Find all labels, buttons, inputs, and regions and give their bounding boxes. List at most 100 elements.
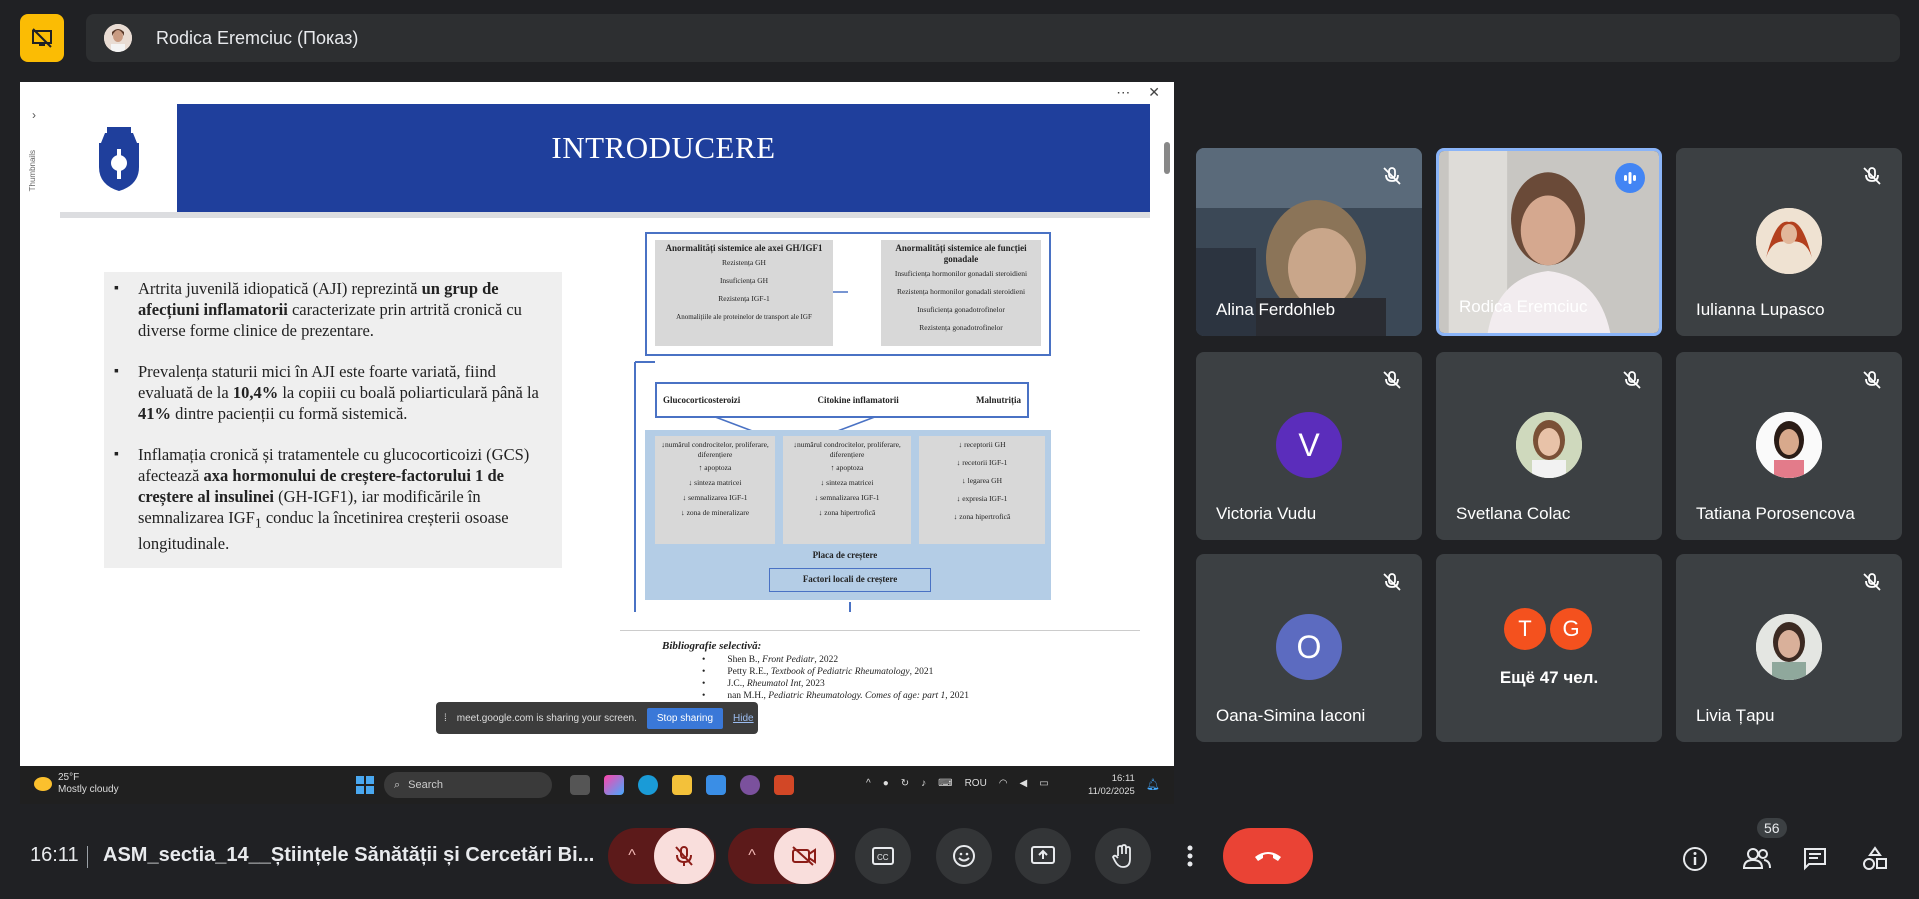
participant-avatar: [1756, 208, 1822, 274]
biblio-item: Petty R.E., Textbook of Pediatric Rheuma…: [727, 666, 969, 678]
camera-options-chevron-icon[interactable]: ^: [730, 847, 774, 865]
participant-name: Oana-Simina Iaconi: [1216, 706, 1366, 725]
more-vert-icon: [1187, 845, 1193, 867]
tray-app-icon[interactable]: ●: [883, 778, 889, 789]
notification-bell-icon[interactable]: 🔔︎: [1146, 778, 1160, 791]
weather-widget[interactable]: 25°F Mostly cloudy: [34, 772, 119, 796]
participant-tile[interactable]: Tatiana Porosencova: [1676, 352, 1902, 540]
more-participants-label: Ещё 47 чел.: [1499, 668, 1599, 687]
keyboard-icon[interactable]: ⌨: [938, 778, 952, 789]
hide-link[interactable]: Hide: [733, 713, 754, 724]
muted-mic-icon: [1860, 570, 1884, 594]
task-view-icon[interactable]: [570, 775, 590, 795]
bibliography: Bibliografie selectivă: Shen B., Front P…: [662, 640, 969, 702]
raise-hand-button[interactable]: [1095, 828, 1151, 884]
leave-call-button[interactable]: [1223, 828, 1313, 884]
participant-name: Rodica Eremciuc: [1459, 297, 1588, 316]
windows-start-icon[interactable]: [356, 776, 374, 794]
muted-mic-icon: [1380, 164, 1404, 188]
drag-handle-icon[interactable]: ⁞: [444, 713, 447, 724]
screen-toolbar: ⋯ ✕: [1116, 84, 1160, 101]
share-message: meet.google.com is sharing your screen.: [456, 712, 637, 724]
biblio-item: nan M.H., Pediatric Rheumatology. Comes …: [727, 690, 969, 702]
wifi-icon[interactable]: ◠: [999, 778, 1008, 789]
sync-icon[interactable]: ↻: [901, 778, 909, 789]
slide-scrollbar[interactable]: [1162, 98, 1172, 738]
participant-name: Iulianna Lupasco: [1696, 300, 1825, 319]
participant-tile[interactable]: Alina Ferdohleb: [1196, 148, 1422, 336]
effect-column-2: ↓numărul condrocitelor, proliferare, dif…: [783, 436, 911, 544]
microphone-control: ^: [608, 828, 716, 884]
hang-up-icon: [1255, 852, 1281, 861]
mic-options-chevron-icon[interactable]: ^: [610, 847, 654, 865]
chevron-up-icon[interactable]: ^: [866, 778, 871, 789]
presenting-indicator-icon[interactable]: [20, 14, 64, 62]
muted-mic-icon: [1860, 368, 1884, 392]
activities-button[interactable]: [1862, 846, 1888, 872]
participant-name: Livia Țapu: [1696, 706, 1775, 725]
slide-title: INTRODUCERE: [551, 130, 776, 165]
participant-tile[interactable]: V Victoria Vudu: [1196, 352, 1422, 540]
svg-text:CC: CC: [877, 853, 889, 862]
edge-icon[interactable]: [638, 775, 658, 795]
volume-icon[interactable]: ◀: [1020, 778, 1028, 789]
presenter-bar[interactable]: Rodica Eremciuc (Показ): [86, 14, 1900, 62]
reactions-button[interactable]: [936, 828, 992, 884]
weather-text: Mostly cloudy: [58, 784, 119, 795]
powerpoint-icon[interactable]: [774, 775, 794, 795]
people-button[interactable]: [1742, 846, 1772, 872]
meeting-controls-bar: 16:11 ASM_sectia_14__Științele Sănătății…: [0, 818, 1919, 899]
more-options-button[interactable]: [1162, 828, 1218, 884]
search-icon: ⌕: [394, 778, 401, 791]
language-indicator[interactable]: ROU: [965, 778, 987, 789]
close-icon[interactable]: ✕: [1148, 84, 1160, 101]
shared-screen: ⋯ ✕ › Thumbnails INTRODUCERE Artrita juv…: [20, 82, 1174, 804]
chat-button[interactable]: [1802, 846, 1828, 872]
participant-avatar: [1756, 412, 1822, 478]
participant-avatar: O: [1276, 614, 1342, 680]
chevron-right-icon[interactable]: ›: [32, 108, 36, 122]
more-options-icon[interactable]: ⋯: [1116, 84, 1130, 101]
battery-icon[interactable]: ▭: [1039, 778, 1048, 789]
participant-tile[interactable]: Iulianna Lupasco: [1676, 148, 1902, 336]
camera-off-button[interactable]: [774, 828, 834, 884]
participant-avatar: [1516, 412, 1582, 478]
taskbar-apps: [570, 775, 794, 795]
taskbar-clock[interactable]: 16:11 11/02/2025: [1088, 772, 1135, 798]
store-icon[interactable]: [706, 775, 726, 795]
viber-icon[interactable]: [740, 775, 760, 795]
captions-button[interactable]: CC: [855, 828, 911, 884]
biblio-item: Shen B., Front Pediatr, 2022: [727, 654, 969, 666]
people-icon: [1742, 848, 1771, 869]
mic-off-icon: [675, 846, 693, 866]
meeting-info-button[interactable]: [1682, 846, 1708, 872]
mic-off-button[interactable]: [654, 828, 714, 884]
participant-tile[interactable]: Livia Țapu: [1676, 554, 1902, 742]
presenter-label: Rodica Eremciuc (Показ): [156, 27, 359, 48]
participant-tile[interactable]: Rodica Eremciuc: [1436, 148, 1662, 336]
camera-off-icon: [792, 846, 816, 866]
participant-tile[interactable]: O Oana-Simina Iaconi: [1196, 554, 1422, 742]
present-button[interactable]: [1015, 828, 1071, 884]
participant-name: Svetlana Colac: [1456, 504, 1571, 523]
thumbnails-label: Thumbnails: [28, 150, 37, 192]
bullet-item: Artrita juvenilă idiopatică (AJI) reprez…: [114, 278, 550, 341]
thumbnails-pane: › Thumbnails: [20, 102, 60, 722]
meeting-title: ASM_sectia_14__Științele Sănătății și Ce…: [103, 844, 595, 866]
microphone-icon[interactable]: ♪: [921, 778, 926, 789]
people-count-badge: 56: [1757, 818, 1787, 838]
participant-avatar: V: [1276, 412, 1342, 478]
copilot-icon[interactable]: [604, 775, 624, 795]
growth-diagram: Anormalități sistemice ale axei GH/IGF1 …: [605, 232, 1135, 612]
participant-name: Alina Ferdohleb: [1216, 300, 1336, 319]
participant-avatar: [1756, 614, 1822, 680]
taskbar-search[interactable]: ⌕ Search: [384, 772, 552, 798]
file-explorer-icon[interactable]: [672, 775, 692, 795]
system-tray: ^ ● ↻ ♪ ⌨ ROU ◠ ◀ ▭: [866, 778, 1049, 789]
more-participants-tile[interactable]: T G Ещё 47 чел.: [1436, 554, 1662, 742]
participant-tile[interactable]: Svetlana Colac: [1436, 352, 1662, 540]
causes-flow-box: Glucocorticosteroizi Citokine inflamator…: [655, 382, 1029, 418]
stop-sharing-button[interactable]: Stop sharing: [646, 707, 724, 729]
effect-column-1: ↓numărul condrocitelor, proliferare, dif…: [655, 436, 775, 544]
muted-mic-icon: [1620, 368, 1644, 392]
